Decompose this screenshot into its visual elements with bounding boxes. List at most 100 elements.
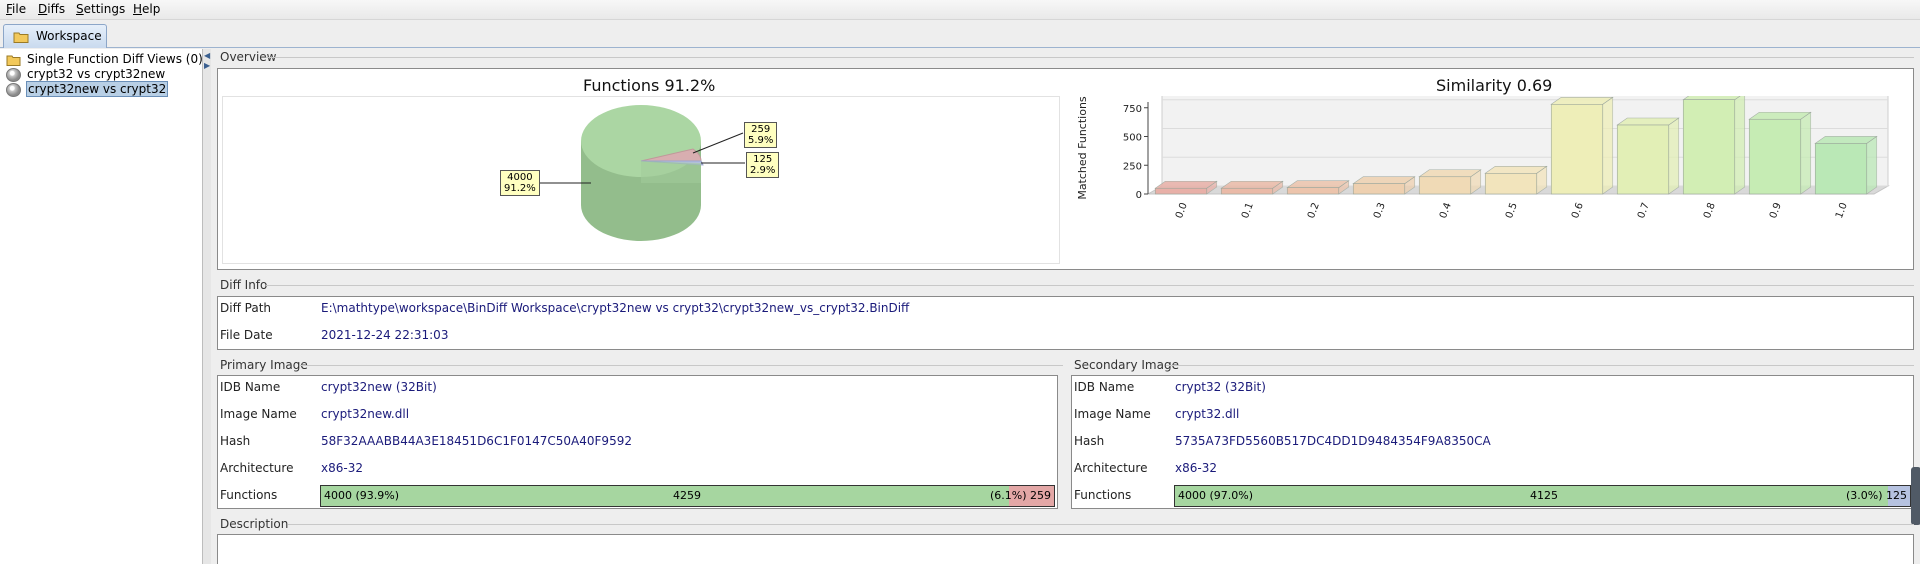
- pie-label-primary-unmatched: 259 5.9%: [744, 122, 778, 148]
- secondary-architecture-value: x86-32: [1175, 461, 1217, 475]
- splitter[interactable]: ◀ ▶: [203, 49, 211, 564]
- diff-path-label: Diff Path: [220, 301, 272, 315]
- menu-file[interactable]: File: [6, 2, 26, 16]
- collapse-left-icon[interactable]: ◀: [204, 51, 210, 60]
- menu-settings[interactable]: Settings: [76, 2, 125, 16]
- pie-chart: [536, 105, 745, 241]
- menu-diffs[interactable]: Diffs: [38, 2, 65, 16]
- x-tick-label: 0.8: [1702, 201, 1718, 220]
- x-tick-label: 0.5: [1504, 201, 1520, 220]
- primary-matched-segment: [321, 486, 1009, 506]
- y-tick-label: 0: [1136, 190, 1142, 201]
- secondary-functions-bar: 4000 (97.0%) 4125 (3.0%) 125: [1174, 485, 1911, 507]
- file-date-value: 2021-12-24 22:31:03: [321, 328, 449, 342]
- bar-side: [1866, 135, 1878, 195]
- bar: [1220, 187, 1274, 195]
- disc-icon: [6, 68, 21, 82]
- tab-label: Workspace: [36, 29, 102, 43]
- tree-item-label: crypt32new vs crypt32: [26, 81, 169, 97]
- secondary-bar-right-label: (3.0%) 125: [1845, 489, 1907, 502]
- bar: [1748, 118, 1802, 195]
- tab-strip: Workspace: [0, 20, 1920, 48]
- description-title: Description: [220, 517, 289, 531]
- menu-bar: File Diffs Settings Help: [0, 0, 1920, 20]
- folder-icon: [6, 55, 21, 66]
- expand-right-icon[interactable]: ▶: [204, 61, 210, 70]
- y-axis-label: Matched Functions: [1076, 96, 1089, 200]
- bar-side: [1734, 96, 1746, 195]
- description-panel[interactable]: [217, 534, 1914, 564]
- secondary-architecture-label: Architecture: [1074, 461, 1148, 475]
- bar: [1484, 173, 1538, 195]
- workspace-tree[interactable]: Single Function Diff Views (0) crypt32 v…: [0, 49, 203, 564]
- x-tick-label: 0.7: [1636, 201, 1652, 220]
- primary-functions-bar: 4000 (93.9%) 4259 (6.1%) 259: [320, 485, 1055, 507]
- primary-image-name-label: Image Name: [220, 407, 297, 421]
- tree-item-label: crypt32 vs crypt32new: [27, 67, 166, 81]
- x-tick-label: 0.3: [1372, 201, 1388, 220]
- primary-idb-value: crypt32new (32Bit): [321, 380, 437, 394]
- secondary-divider: [1166, 365, 1914, 366]
- overview-divider: [266, 57, 1914, 58]
- description-divider: [288, 524, 1914, 525]
- bar-top: [1418, 169, 1482, 178]
- x-tick-label: 0.9: [1768, 201, 1784, 220]
- bar-side: [1800, 111, 1812, 195]
- bar-side: [1668, 117, 1680, 195]
- y-tick-label: 500: [1123, 133, 1142, 144]
- secondary-functions-label: Functions: [1074, 488, 1132, 502]
- tree-item-label: Single Function Diff Views (0): [27, 52, 203, 66]
- bar: [1154, 187, 1208, 195]
- diff-info-title: Diff Info: [220, 278, 268, 292]
- secondary-image-name-value: crypt32.dll: [1175, 407, 1240, 421]
- similarity-bar-chart: 0 250 500 750 Matched Functions 0.0 0.1 0.2 0.3 0…: [1076, 96, 1890, 220]
- primary-functions-label: Functions: [220, 488, 278, 502]
- pie-chart-title: Functions 91.2%: [583, 76, 716, 95]
- primary-bar-total-label: 4259: [673, 489, 701, 502]
- x-tick-label: 0.0: [1174, 201, 1190, 220]
- bar-top: [1154, 180, 1218, 189]
- primary-bar-left-label: 4000 (93.9%): [324, 489, 400, 502]
- bar: [1616, 124, 1670, 195]
- bar: [1352, 183, 1406, 195]
- y-tick-label: 250: [1123, 161, 1142, 172]
- tab-workspace[interactable]: Workspace: [3, 24, 107, 48]
- disc-icon: [6, 83, 21, 97]
- bar-top: [1484, 166, 1548, 174]
- diff-path-value: E:\mathtype\workspace\BinDiff Workspace\…: [321, 301, 910, 315]
- bar: [1418, 176, 1472, 195]
- secondary-image-name-label: Image Name: [1074, 407, 1151, 421]
- secondary-bar-left-label: 4000 (97.0%): [1178, 489, 1254, 502]
- secondary-image-title: Secondary Image: [1074, 358, 1179, 372]
- bar-top: [1550, 96, 1614, 105]
- secondary-hash-value: 5735A73FD5560B517DC4DD1D9484354F9A8350CA: [1175, 434, 1491, 448]
- secondary-hash-label: Hash: [1074, 434, 1105, 448]
- pie-wedge-cut: [641, 161, 701, 183]
- secondary-idb-label: IDB Name: [1074, 380, 1135, 394]
- bar: [1286, 187, 1340, 195]
- bar-top: [1352, 176, 1416, 184]
- secondary-bar-total-label: 4125: [1530, 489, 1558, 502]
- primary-idb-label: IDB Name: [220, 380, 281, 394]
- primary-hash-value: 58F32AAABB44A3E18451D6C1F0147C50A40F9592: [321, 434, 632, 448]
- x-tick-label: 1.0: [1834, 201, 1850, 220]
- bar-top: [1286, 180, 1350, 188]
- resize-handle[interactable]: [1911, 467, 1920, 525]
- bar: [1550, 104, 1604, 195]
- primary-bar-right-label: (6.1%) 259: [989, 489, 1051, 502]
- secondary-idb-value: crypt32 (32Bit): [1175, 380, 1266, 394]
- bar-top: [1814, 136, 1878, 144]
- diff-info-divider: [266, 285, 1914, 286]
- primary-architecture-label: Architecture: [220, 461, 294, 475]
- bar-top: [1748, 111, 1812, 120]
- x-tick-label: 0.4: [1438, 201, 1454, 220]
- bar-top: [1220, 180, 1284, 189]
- x-tick-label: 0.6: [1570, 201, 1586, 220]
- bar-side: [1602, 96, 1614, 195]
- primary-image-name-value: crypt32new.dll: [321, 407, 410, 421]
- menu-help[interactable]: Help: [133, 2, 160, 16]
- bar: [1682, 99, 1736, 195]
- y-tick-label: 750: [1123, 104, 1142, 115]
- folder-icon: [13, 32, 29, 43]
- bar-chart-title: Similarity 0.69: [1436, 76, 1553, 95]
